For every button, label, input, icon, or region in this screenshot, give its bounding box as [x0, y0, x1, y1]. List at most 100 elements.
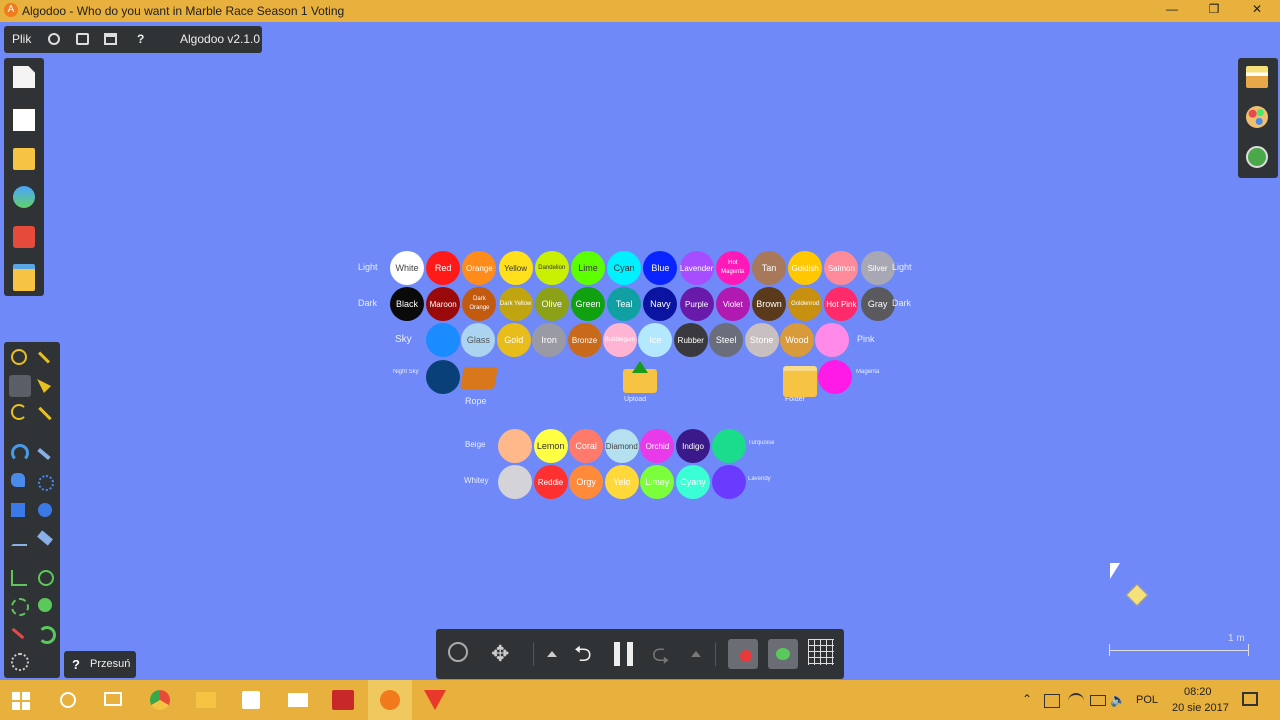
- close-button[interactable]: ✕: [1242, 2, 1272, 16]
- grid-toggle-icon[interactable]: [808, 639, 834, 665]
- vivaldi-icon[interactable]: [424, 690, 446, 710]
- marble-light-6[interactable]: Cyan: [607, 251, 642, 285]
- mail-icon[interactable]: [288, 693, 308, 707]
- undo-icon[interactable]: ⮌: [574, 643, 592, 665]
- marble-whitey-5[interactable]: Cyany: [676, 465, 710, 499]
- help-button[interactable]: ?: [137, 32, 144, 46]
- move-tool-icon[interactable]: [9, 375, 31, 397]
- rope-object[interactable]: [460, 367, 498, 389]
- open-folder-icon[interactable]: [13, 148, 35, 170]
- volume-icon[interactable]: 🔈: [1110, 692, 1126, 708]
- marble-light-8[interactable]: Lavender: [679, 251, 714, 285]
- spiral-tool-icon[interactable]: [11, 653, 29, 671]
- plane-tool-icon[interactable]: [11, 532, 27, 546]
- gear-tool-icon[interactable]: [38, 475, 54, 491]
- marble-sky-8[interactable]: Steel: [709, 323, 744, 357]
- pen-tool-icon[interactable]: [37, 351, 51, 364]
- marble-sky-2[interactable]: Gold: [496, 323, 531, 357]
- knife-tool-icon[interactable]: [37, 447, 51, 461]
- folder-object[interactable]: [783, 366, 817, 397]
- upload-object[interactable]: [623, 361, 657, 393]
- marble-dark-8[interactable]: Purple: [679, 287, 714, 321]
- file-explorer-icon[interactable]: [196, 692, 216, 708]
- redo-menu-icon[interactable]: [691, 651, 701, 657]
- new-scene-icon[interactable]: [13, 66, 35, 88]
- zoom-globe-icon[interactable]: [1246, 146, 1268, 168]
- marble-sky-5[interactable]: Bubblegum: [603, 323, 637, 357]
- store-icon[interactable]: [242, 691, 260, 709]
- marble-dark-11[interactable]: Goldenrod: [788, 287, 823, 321]
- marble-sky-7[interactable]: Rubber: [673, 323, 708, 357]
- scene-list-icon[interactable]: [13, 106, 35, 131]
- rope-tool-icon[interactable]: [11, 444, 29, 462]
- marble-beige-0[interactable]: [498, 429, 532, 463]
- pan-icon[interactable]: ✥: [491, 643, 515, 667]
- search-icon[interactable]: [60, 692, 76, 708]
- marble-magenta[interactable]: [818, 360, 852, 394]
- palette-icon[interactable]: [1246, 106, 1268, 128]
- marble-dark-13[interactable]: Gray: [860, 287, 895, 321]
- marble-sky-9[interactable]: Stone: [744, 323, 779, 357]
- marble-beige-3[interactable]: Diamond: [604, 429, 639, 463]
- fixate-tool-icon[interactable]: [11, 598, 29, 616]
- scene-canvas[interactable]: [0, 22, 1280, 680]
- marble-dark-1[interactable]: Maroon: [426, 287, 461, 321]
- marble-dark-9[interactable]: Violet: [715, 287, 750, 321]
- marble-dark-3[interactable]: Dark Yellow: [498, 287, 533, 321]
- marble-dark-4[interactable]: Olive: [534, 287, 569, 321]
- chrome-icon[interactable]: [150, 690, 170, 710]
- redo-icon[interactable]: ⮎: [652, 643, 670, 665]
- marble-light-11[interactable]: Goldish: [788, 251, 823, 285]
- marble-beige-6[interactable]: [711, 429, 746, 463]
- marble-light-4[interactable]: Dandelion: [534, 251, 569, 285]
- box-tool-icon[interactable]: [11, 503, 25, 517]
- clock-time[interactable]: 08:20: [1184, 686, 1212, 698]
- notifications-icon[interactable]: [1242, 692, 1258, 706]
- spring-tool-icon[interactable]: [11, 570, 27, 586]
- marble-sky-0[interactable]: [426, 323, 460, 357]
- marble-beige-2[interactable]: Coral: [569, 429, 604, 463]
- pause-icon-left[interactable]: [614, 642, 620, 666]
- save-folder-icon[interactable]: [13, 264, 35, 291]
- marble-night-0[interactable]: [426, 360, 460, 394]
- marble-light-5[interactable]: Lime: [571, 251, 605, 285]
- clock-date[interactable]: 20 sie 2017: [1172, 702, 1229, 714]
- video-editor-icon[interactable]: [332, 690, 354, 710]
- marble-dark-6[interactable]: Teal: [607, 287, 642, 321]
- marble-whitey-6[interactable]: [711, 465, 746, 499]
- start-button-icon[interactable]: [12, 692, 30, 710]
- marble-dark-5[interactable]: Green: [571, 287, 605, 321]
- laser-tool-icon[interactable]: [11, 627, 25, 640]
- undo-menu-icon[interactable]: [547, 651, 557, 657]
- rotate-tool-icon[interactable]: [11, 404, 27, 420]
- wifi-icon[interactable]: [1068, 693, 1084, 709]
- background-icon[interactable]: [1246, 66, 1268, 88]
- tracer-tool-icon[interactable]: [38, 626, 56, 644]
- pause-icon-right[interactable]: [627, 642, 633, 666]
- scale-tool-icon[interactable]: [38, 406, 52, 421]
- battery-icon[interactable]: [1090, 695, 1106, 706]
- algobox-icon[interactable]: [13, 186, 35, 208]
- zoom-icon[interactable]: [448, 642, 468, 662]
- marble-dark-0[interactable]: Black: [390, 287, 424, 321]
- marble-light-9[interactable]: Hot Magenta: [715, 251, 750, 285]
- minimize-button[interactable]: —: [1157, 2, 1187, 16]
- circle-tool-icon[interactable]: [38, 503, 52, 517]
- chain-tool-icon[interactable]: [37, 530, 53, 546]
- marble-dark-10[interactable]: Brown: [752, 287, 786, 321]
- marble-beige-5[interactable]: Indigo: [676, 429, 710, 463]
- marble-sky-10[interactable]: Wood: [780, 323, 814, 357]
- marble-sky-3[interactable]: Iron: [532, 323, 567, 357]
- sketch-tool-icon[interactable]: [11, 349, 27, 365]
- maximize-button[interactable]: ❐: [1199, 2, 1229, 16]
- drag-tool-icon[interactable]: [37, 379, 51, 393]
- window-icon[interactable]: [104, 33, 117, 45]
- polygon-tool-icon[interactable]: [11, 473, 25, 487]
- axle-tool-icon[interactable]: [38, 570, 54, 586]
- marble-light-13[interactable]: Silver: [860, 251, 895, 285]
- marble-beige-1[interactable]: Lemon: [533, 429, 568, 463]
- marble-light-10[interactable]: Tan: [752, 251, 786, 285]
- marble-light-1[interactable]: Red: [426, 251, 461, 285]
- marble-whitey-3[interactable]: Yelo: [604, 465, 639, 499]
- marble-whitey-0[interactable]: [498, 465, 532, 499]
